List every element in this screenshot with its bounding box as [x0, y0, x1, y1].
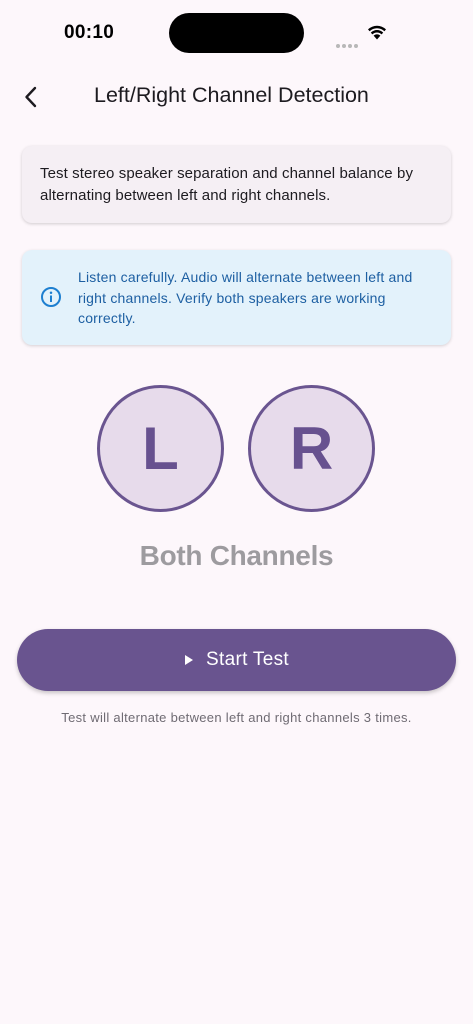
- description-text: Test stereo speaker separation and chann…: [40, 165, 414, 204]
- footer-note: Test will alternate between left and rig…: [61, 710, 412, 725]
- description-card: Test stereo speaker separation and chann…: [22, 146, 451, 223]
- chevron-left-icon: [25, 86, 37, 108]
- cellular-signal-icon: [336, 35, 360, 53]
- start-test-button[interactable]: Start Test: [17, 629, 456, 691]
- play-icon: [185, 655, 194, 665]
- status-time: 00:10: [64, 22, 115, 43]
- page-title: Left/Right Channel Detection: [94, 83, 369, 107]
- info-text: Listen carefully. Audio will alternate b…: [78, 269, 413, 326]
- app-bar: Left/Right Channel Detection: [0, 70, 473, 122]
- info-banner: Listen carefully. Audio will alternate b…: [22, 250, 451, 345]
- left-channel-label: L: [142, 414, 179, 482]
- screen: 00:10 Left/Right Channel Detection Test …: [0, 0, 473, 1024]
- start-test-label: Start Test: [206, 649, 289, 670]
- status-bar: 00:10: [0, 0, 473, 64]
- channel-status: Both Channels: [139, 540, 334, 571]
- back-button[interactable]: [14, 80, 48, 114]
- dynamic-island: [169, 13, 304, 53]
- info-icon: [41, 287, 61, 307]
- right-channel-label: R: [289, 414, 334, 482]
- wifi-icon: [368, 25, 386, 40]
- right-channel-indicator: R: [248, 385, 375, 512]
- left-channel-indicator: L: [97, 385, 224, 512]
